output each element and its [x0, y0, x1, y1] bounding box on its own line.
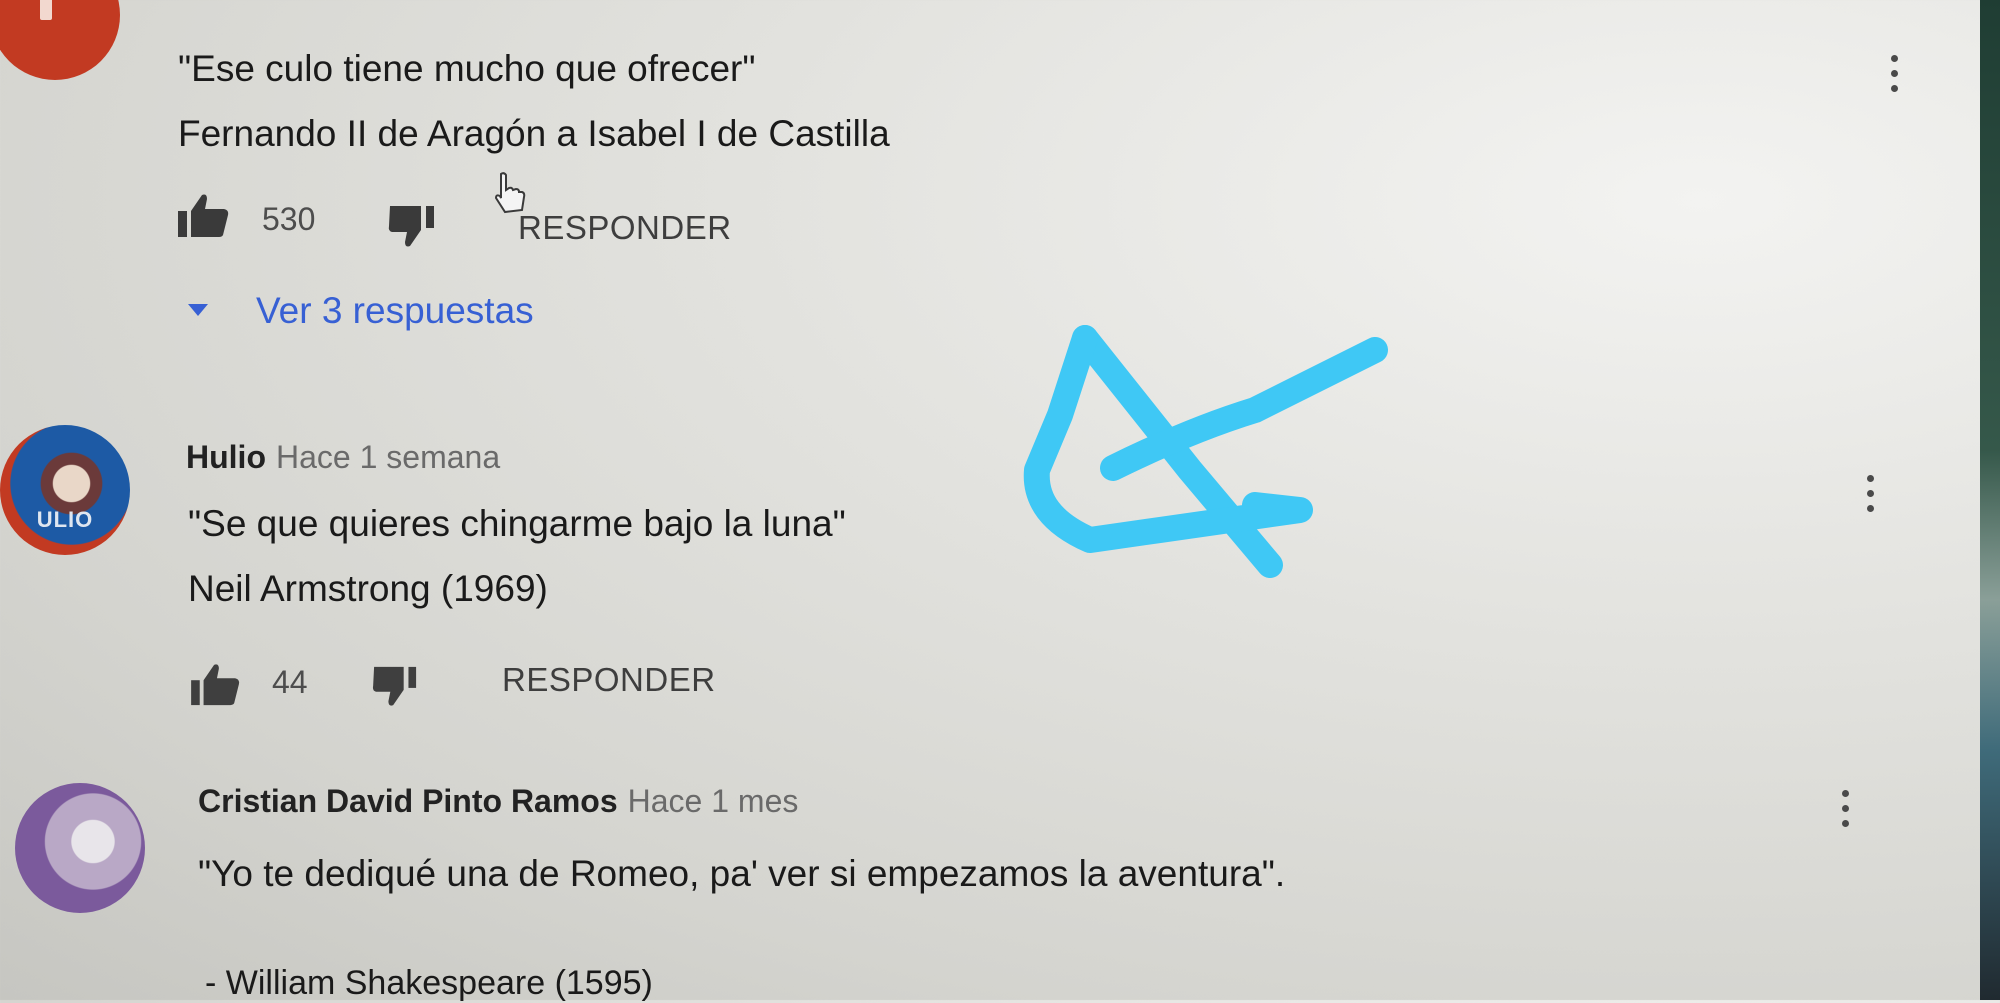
more-vert-icon[interactable] — [1867, 475, 1874, 512]
comment-text-line1: "Se que quieres chingarme bajo la luna" — [188, 503, 846, 544]
screen-edge — [1980, 0, 2000, 1000]
dislike-button[interactable] — [388, 204, 440, 248]
hand-drawn-annotation — [1023, 325, 1388, 578]
like-count: 530 — [262, 201, 316, 237]
thumbs-down-icon — [388, 206, 434, 247]
comment-text-line2: - William Shakespeare (1595) — [205, 964, 653, 1002]
view-replies-label: Ver 3 respuestas — [256, 290, 534, 331]
more-vert-icon[interactable] — [1842, 790, 1849, 827]
comment-time[interactable]: Hace 1 semana — [276, 439, 500, 475]
thumbs-down-icon — [372, 666, 417, 706]
comment-author[interactable]: Hulio Hace 1 semana — [186, 439, 500, 476]
thumbs-up-icon — [191, 664, 240, 706]
comment-text-line2: Neil Armstrong (1969) — [188, 568, 548, 609]
reply-button[interactable]: RESPONDER — [518, 209, 732, 247]
avatar[interactable]: ULIO — [0, 425, 130, 555]
author-name[interactable]: Cristian David Pinto Ramos — [198, 783, 618, 819]
caret-down-icon — [188, 304, 208, 316]
avatar[interactable] — [0, 0, 120, 80]
comment-text-line2: Fernando II de Aragón a Isabel I de Cast… — [178, 113, 890, 154]
avatar-label: ULIO — [36, 507, 94, 532]
author-name[interactable]: Hulio — [186, 439, 266, 475]
thumbs-up-icon — [178, 194, 229, 237]
comment-text-line1: "Yo te dediqué una de Romeo, pa' ver si … — [198, 853, 1286, 894]
more-vert-icon[interactable] — [1891, 55, 1898, 92]
like-button[interactable] — [178, 193, 230, 239]
reply-button[interactable]: RESPONDER — [502, 661, 716, 699]
dislike-button[interactable] — [372, 665, 422, 707]
avatar[interactable] — [15, 783, 145, 913]
comment-time[interactable]: Hace 1 mes — [628, 783, 799, 819]
like-button[interactable] — [191, 663, 241, 707]
comment-text-line1: "Ese culo tiene mucho que ofrecer" — [178, 48, 756, 89]
view-replies-button[interactable]: Ver 3 respuestas — [188, 290, 534, 332]
like-count: 44 — [272, 664, 308, 700]
hand-pointer-icon — [494, 172, 526, 214]
comment-author[interactable]: Cristian David Pinto Ramos Hace 1 mes — [198, 783, 798, 820]
